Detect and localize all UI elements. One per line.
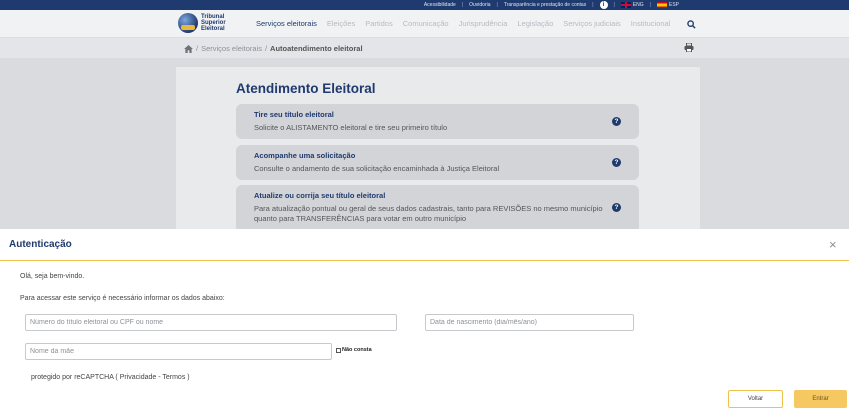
print-icon[interactable] xyxy=(684,43,694,52)
nao-consta-option[interactable]: Não consta xyxy=(336,347,372,353)
entrar-button[interactable]: Entrar xyxy=(794,390,847,408)
nome-mae-input[interactable] xyxy=(25,343,332,360)
tse-logo-text: Tribunal Superior Eleitoral xyxy=(201,14,226,32)
nao-consta-checkbox[interactable] xyxy=(336,347,341,353)
separator: | xyxy=(592,2,594,8)
separator: | xyxy=(461,2,464,8)
tse-logo[interactable]: Tribunal Superior Eleitoral xyxy=(178,13,226,33)
greeting-text: Olá, seja bem-vindo. xyxy=(20,273,85,280)
home-icon[interactable] xyxy=(184,44,193,53)
data-nascimento-input[interactable] xyxy=(425,314,634,331)
help-icon[interactable]: ? xyxy=(612,117,621,126)
breadcrumb-separator: / xyxy=(196,44,199,53)
separator: | xyxy=(613,2,615,8)
nav-menu: Serviços eleitorais Eleições Partidos Co… xyxy=(256,19,670,28)
breadcrumb-separator: / xyxy=(264,44,268,53)
close-button[interactable]: × xyxy=(829,238,837,251)
service-title: Acompanhe uma solicitação xyxy=(254,151,356,160)
link-acessibilidade[interactable]: Acessibilidade xyxy=(424,2,456,8)
breadcrumb-bar: / Serviços eleitorais / Autoatendimento … xyxy=(0,38,849,58)
uk-flag-icon xyxy=(620,2,631,8)
service-description: Consulte o andamento de sua solicitação … xyxy=(254,164,500,173)
voltar-button[interactable]: Voltar xyxy=(728,390,783,408)
nav-item-jurisprudencia[interactable]: Jurisprudência xyxy=(459,19,508,28)
search-icon[interactable] xyxy=(687,20,696,29)
service-title: Tire seu título eleitoral xyxy=(254,110,334,119)
nav-item-partidos[interactable]: Partidos xyxy=(365,19,393,28)
authentication-modal: Autenticação × Olá, seja bem-vindo. Para… xyxy=(0,229,849,419)
link-transparencia[interactable]: Transparência e prestação de contas xyxy=(504,2,586,8)
service-description: Solicite o ALISTAMENTO eleitoral e tire … xyxy=(254,123,448,132)
link-ouvidoria[interactable]: Ouvidoria xyxy=(469,2,490,8)
language-eng[interactable]: ENG xyxy=(620,2,644,8)
service-title: Atualize ou corrija seu título eleitoral xyxy=(254,191,386,200)
nav-item-comunicacao[interactable]: Comunicação xyxy=(403,19,449,28)
nav-item-servicos-eleitorais[interactable]: Serviços eleitorais xyxy=(256,19,317,28)
service-acompanhe-solicitacao[interactable]: Acompanhe uma solicitação Consulte o and… xyxy=(236,145,639,180)
separator: | xyxy=(496,2,498,8)
main-navbar: Tribunal Superior Eleitoral Serviços ele… xyxy=(0,10,849,38)
titulo-cpf-nome-input[interactable] xyxy=(25,314,397,331)
nav-item-institucional[interactable]: Institucional xyxy=(631,19,671,28)
info-icon[interactable]: i xyxy=(599,1,608,9)
service-description: Para atualização pontual ou geral de seu… xyxy=(254,204,603,223)
language-esp-label: ESP xyxy=(668,2,679,8)
language-esp[interactable]: ESP xyxy=(656,2,679,8)
service-tire-titulo[interactable]: Tire seu título eleitoral Solicite o ALI… xyxy=(236,104,639,139)
separator: | xyxy=(649,2,651,8)
top-utility-bar: Acessibilidade | Ouvidoria | Transparênc… xyxy=(0,0,849,10)
nav-item-legislacao[interactable]: Legislação xyxy=(517,19,553,28)
breadcrumb: / Serviços eleitorais / Autoatendimento … xyxy=(184,44,363,53)
help-icon[interactable]: ? xyxy=(612,203,621,212)
breadcrumb-parent[interactable]: Serviços eleitorais xyxy=(201,44,262,53)
breadcrumb-current: Autoatendimento eleitoral xyxy=(270,44,363,53)
utility-links: Acessibilidade | Ouvidoria | Transparênc… xyxy=(424,0,679,10)
modal-title: Autenticação xyxy=(9,239,72,250)
page-title: Atendimento Eleitoral xyxy=(236,81,376,96)
language-eng-label: ENG xyxy=(632,2,644,8)
atendimento-card: Atendimento Eleitoral Tire seu título el… xyxy=(176,67,700,237)
nao-consta-label: Não consta xyxy=(342,347,372,353)
nav-item-eleicoes[interactable]: Eleições xyxy=(327,19,355,28)
modal-divider xyxy=(0,260,849,261)
service-atualize-titulo[interactable]: Atualize ou corrija seu título eleitoral… xyxy=(236,185,639,233)
spain-flag-icon xyxy=(656,2,667,8)
nav-item-servicos-judiciais[interactable]: Serviços judiciais xyxy=(563,19,621,28)
instruction-text: Para acessar este serviço é necessário i… xyxy=(20,295,225,302)
recaptcha-notice[interactable]: protegido por reCAPTCHA ( Privacidade - … xyxy=(31,374,190,381)
help-icon[interactable]: ? xyxy=(612,158,621,167)
logo-line: Eleitoral xyxy=(201,26,225,32)
tse-logo-icon xyxy=(178,13,198,33)
